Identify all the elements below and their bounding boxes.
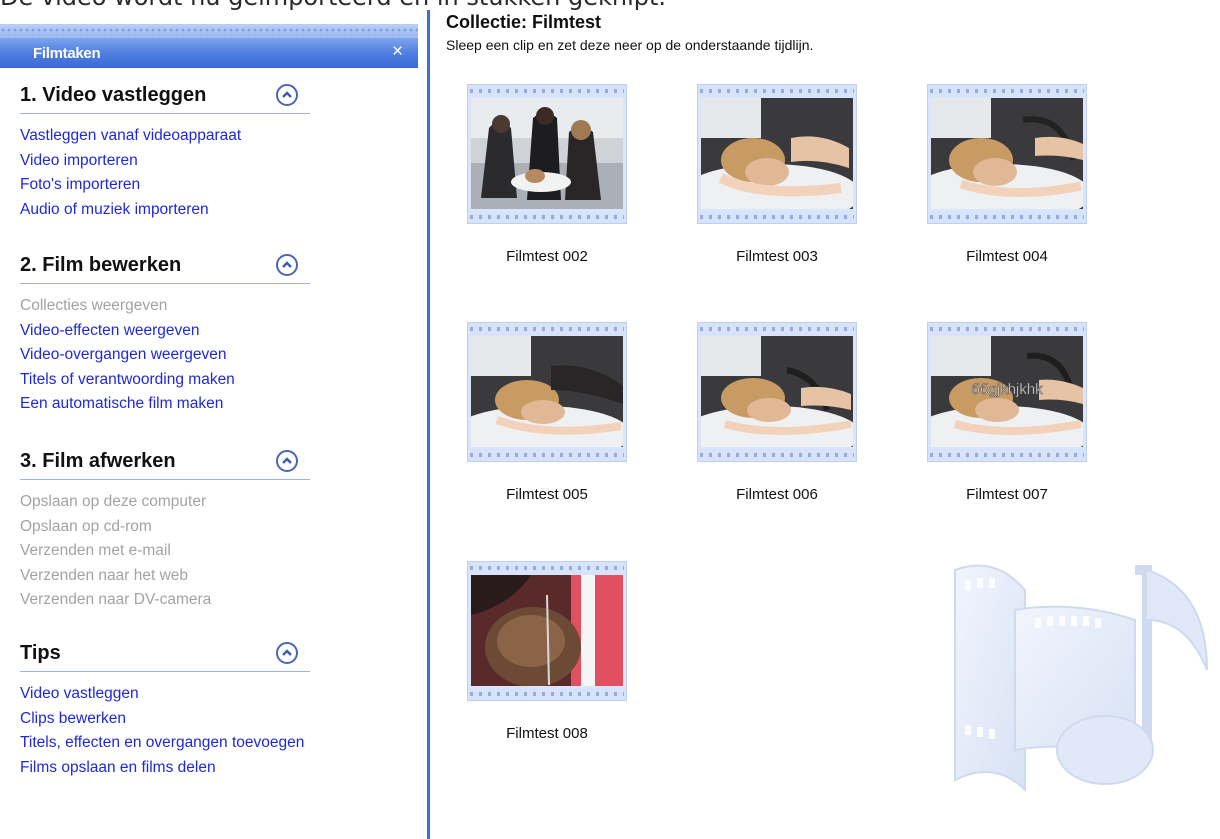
close-icon[interactable]: × bbox=[392, 41, 403, 63]
film-sprockets bbox=[468, 211, 626, 223]
film-sprockets bbox=[928, 323, 1086, 335]
section-header: 3. Film afwerken bbox=[20, 446, 310, 480]
film-sprockets bbox=[698, 323, 856, 335]
link-verzenden-web: Verzenden naar het web bbox=[20, 566, 189, 584]
film-sprockets bbox=[468, 449, 626, 461]
collapse-chevron-icon[interactable] bbox=[276, 450, 298, 472]
collection-title: Collectie: Filmtest bbox=[446, 12, 602, 32]
clip-frame bbox=[701, 336, 853, 447]
film-sprockets bbox=[698, 449, 856, 461]
clip-item[interactable]: Filmtest 006 bbox=[697, 322, 857, 503]
clip-thumbnail[interactable] bbox=[697, 322, 857, 462]
clip-frame bbox=[471, 336, 623, 447]
section-film-afwerken: 3. Film afwerken Opslaan op deze compute… bbox=[20, 446, 310, 613]
section-tips: Tips Video vastleggen Clips bewerken Tit… bbox=[20, 638, 310, 780]
clip-overlay-text: ббgjkhjkhk bbox=[971, 381, 1043, 398]
section-title: 2. Film bewerken bbox=[20, 254, 182, 276]
link-opslaan-computer: Opslaan op deze computer bbox=[20, 493, 207, 510]
film-music-watermark-icon bbox=[954, 564, 1208, 793]
link-video-importeren[interactable]: Video importeren bbox=[20, 149, 310, 174]
clip-label: Filmtest 008 bbox=[506, 725, 588, 742]
section-video-vastleggen: 1. Video vastleggen Vastleggen vanaf vid… bbox=[20, 80, 310, 222]
header-decoration bbox=[0, 24, 418, 38]
film-sprockets bbox=[468, 323, 626, 335]
section-header: 2. Film bewerken bbox=[20, 250, 310, 284]
link-audio-importeren[interactable]: Audio of muziek importeren bbox=[20, 198, 310, 223]
section-title: 3. Film afwerken bbox=[20, 450, 176, 472]
clip-frame bbox=[471, 575, 623, 686]
clip-item[interactable]: Filmtest 002 bbox=[467, 84, 627, 265]
clip-thumbnail[interactable] bbox=[697, 84, 857, 224]
collection-instruction: Sleep een clip en zet deze neer op de on… bbox=[446, 37, 814, 53]
task-pane-title: Filmtaken bbox=[33, 45, 101, 62]
clip-thumbnail[interactable] bbox=[467, 84, 627, 224]
clip-item[interactable]: Filmtest 004 bbox=[927, 84, 1087, 265]
section-header: 1. Video vastleggen bbox=[20, 80, 310, 114]
link-tip-titels-effecten[interactable]: Titels, effecten en overgangen toevoegen bbox=[20, 731, 310, 756]
clip-label: Filmtest 002 bbox=[506, 248, 588, 265]
clip-label: Filmtest 007 bbox=[966, 486, 1048, 503]
clip-label: Filmtest 005 bbox=[506, 486, 588, 503]
link-vastleggen-vanaf-videoapparaat[interactable]: Vastleggen vanaf videoapparaat bbox=[20, 124, 310, 149]
section-title: Tips bbox=[20, 642, 61, 664]
clip-thumbnail[interactable] bbox=[467, 322, 627, 462]
film-sprockets bbox=[698, 85, 856, 97]
link-video-effecten-weergeven[interactable]: Video-effecten weergeven bbox=[20, 319, 310, 344]
collapse-chevron-icon[interactable] bbox=[276, 84, 298, 106]
clip-frame bbox=[701, 98, 853, 209]
clip-thumbnail[interactable] bbox=[467, 561, 627, 701]
link-titels-maken[interactable]: Titels of verantwoording maken bbox=[20, 368, 310, 393]
task-pane-header: Filmtaken × bbox=[0, 24, 418, 68]
link-video-overgangen-weergeven[interactable]: Video-overgangen weergeven bbox=[20, 343, 310, 368]
clip-frame bbox=[471, 98, 623, 209]
link-collecties-weergeven: Collecties weergeven bbox=[20, 297, 168, 314]
clip-label: Filmtest 006 bbox=[736, 486, 818, 503]
clip-frame: ббgjkhjkhk bbox=[931, 336, 1083, 447]
link-verzenden-dv-camera: Verzenden naar DV-camera bbox=[20, 591, 212, 608]
section-header: Tips bbox=[20, 638, 310, 672]
link-tip-clips-bewerken[interactable]: Clips bewerken bbox=[20, 707, 310, 732]
clip-item[interactable]: Filmtest 003 bbox=[697, 84, 857, 265]
clip-item[interactable]: Filmtest 008 bbox=[467, 561, 627, 742]
film-sprockets bbox=[928, 449, 1086, 461]
clip-label: Filmtest 003 bbox=[736, 248, 818, 265]
film-sprockets bbox=[468, 562, 626, 574]
clip-thumbnail[interactable] bbox=[927, 84, 1087, 224]
clip-item[interactable]: Filmtest 005 bbox=[467, 322, 627, 503]
film-sprockets bbox=[928, 85, 1086, 97]
clip-thumbnail[interactable]: ббgjkhjkhk bbox=[927, 322, 1087, 462]
section-title: 1. Video vastleggen bbox=[20, 84, 207, 106]
link-verzenden-email: Verzenden met e-mail bbox=[20, 542, 171, 559]
section-film-bewerken: 2. Film bewerken Collecties weergeven Vi… bbox=[20, 250, 310, 417]
film-sprockets bbox=[468, 85, 626, 97]
clip-item[interactable]: ббgjkhjkhk Filmtest 007 bbox=[927, 322, 1087, 503]
link-fotos-importeren[interactable]: Foto's importeren bbox=[20, 173, 310, 198]
film-sprockets bbox=[698, 211, 856, 223]
link-tip-video-vastleggen[interactable]: Video vastleggen bbox=[20, 682, 310, 707]
clip-frame bbox=[931, 98, 1083, 209]
link-opslaan-cdrom: Opslaan op cd-rom bbox=[20, 517, 152, 535]
collection-pane: Collectie: Filmtest Sleep een clip en ze… bbox=[430, 0, 1220, 839]
task-pane: Filmtaken × 1. Video vastleggen Vastlegg… bbox=[0, 10, 430, 839]
link-tip-films-opslaan[interactable]: Films opslaan en films delen bbox=[20, 756, 310, 781]
film-sprockets bbox=[468, 688, 626, 700]
collapse-chevron-icon[interactable] bbox=[276, 254, 298, 276]
clip-label: Filmtest 004 bbox=[966, 248, 1048, 265]
collapse-chevron-icon[interactable] bbox=[276, 642, 298, 664]
link-automatische-film[interactable]: Een automatische film maken bbox=[20, 392, 310, 417]
film-sprockets bbox=[928, 211, 1086, 223]
